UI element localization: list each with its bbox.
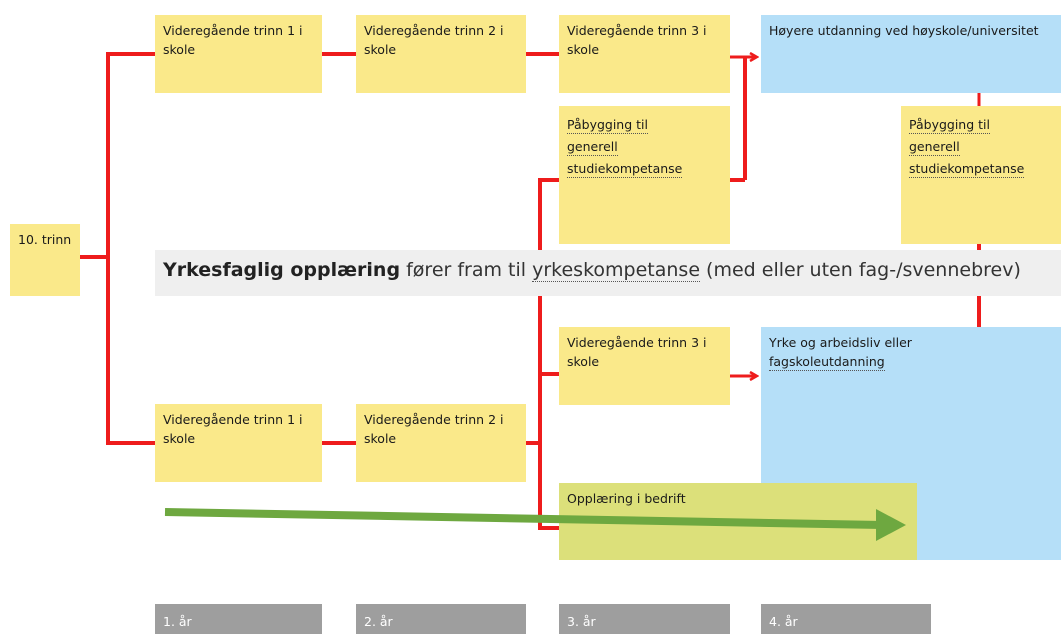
pabygging-left-line2: generell [567, 139, 618, 156]
pabygging-right-line1: Påbygging til [909, 117, 990, 134]
year-3-label: 3. år [567, 614, 596, 629]
pabygging-right-line2: generell [909, 139, 960, 156]
banner-bold: Yrkesfaglig opplæring [163, 259, 401, 281]
work-life-line2[interactable]: fagskoleutdanning [769, 353, 885, 371]
bottom-vg3-label: Videregående trinn 3 i skole [567, 335, 707, 369]
bottom-vg2-box: Videregående trinn 2 i skole [356, 404, 526, 482]
banner-term-link[interactable]: yrkeskompetanse [532, 259, 701, 282]
top-vg1-label: Videregående trinn 1 i skole [163, 23, 303, 57]
top-vg2-label: Videregående trinn 2 i skole [364, 23, 504, 57]
banner-mid: fører fram til [400, 259, 533, 281]
year-1-label: 1. år [163, 614, 192, 629]
apprenticeship-box: Opplæring i bedrift [559, 483, 917, 560]
bottom-vg1-label: Videregående trinn 1 i skole [163, 412, 303, 446]
work-life-line1: Yrke og arbeidsliv eller [769, 335, 912, 350]
higher-education-box: Høyere utdanning ved høyskole/universite… [761, 15, 1061, 93]
top-vg3-label: Videregående trinn 3 i skole [567, 23, 707, 57]
apprenticeship-label: Opplæring i bedrift [567, 491, 686, 506]
vocational-banner: Yrkesfaglig opplæring fører fram til yrk… [155, 250, 1061, 296]
grade-10-box: 10. trinn [10, 224, 80, 296]
year-2-label: 2. år [364, 614, 393, 629]
pabygging-right-box[interactable]: Påbygging til generell studiekompetanse [901, 106, 1061, 244]
pabygging-left-line1: Påbygging til [567, 117, 648, 134]
bottom-vg1-box: Videregående trinn 1 i skole [155, 404, 322, 482]
pabygging-right-line3: studiekompetanse [909, 161, 1025, 178]
year-4-label: 4. år [769, 614, 798, 629]
bottom-vg3-box: Videregående trinn 3 i skole [559, 327, 730, 405]
higher-education-label: Høyere utdanning ved høyskole/universite… [769, 23, 1039, 38]
top-vg3-box: Videregående trinn 3 i skole [559, 15, 730, 93]
pabygging-left-box[interactable]: Påbygging til generell studiekompetanse [559, 106, 730, 244]
banner-end: (med eller uten fag-/svennebrev) [700, 259, 1021, 281]
bottom-vg2-label: Videregående trinn 2 i skole [364, 412, 504, 446]
grade-10-label: 10. trinn [18, 232, 72, 247]
pabygging-left-line3: studiekompetanse [567, 161, 683, 178]
top-vg1-box: Videregående trinn 1 i skole [155, 15, 322, 93]
top-vg2-box: Videregående trinn 2 i skole [356, 15, 526, 93]
